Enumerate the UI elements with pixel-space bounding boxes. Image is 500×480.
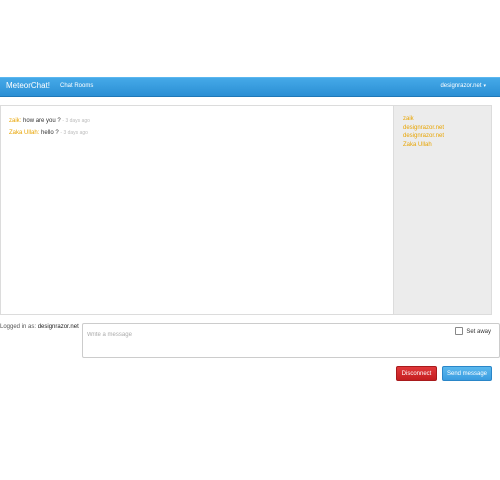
login-status-prefix: Logged in as: [0, 324, 37, 330]
online-users-list: zaik designrazor.net designrazor.net Zak… [393, 106, 491, 314]
user-menu-dropdown[interactable]: designrazor.net ▾ [440, 83, 486, 89]
set-away-label: Set away [466, 329, 491, 335]
online-user-item: zaik [403, 116, 414, 122]
nav-link-chat-rooms[interactable]: Chat Rooms [60, 83, 93, 89]
chat-panel: zaik: how are you ? - 3 days ago Zaka Ul… [0, 105, 492, 315]
set-away-checkbox[interactable] [455, 327, 464, 335]
disconnect-button[interactable]: Disconnect [396, 366, 437, 381]
set-away-toggle[interactable]: Set away [455, 327, 491, 335]
online-user-item: designrazor.net [403, 124, 445, 131]
message-timestamp: - 3 days ago [60, 130, 88, 136]
message-author: Zaka Ullah: [9, 130, 40, 136]
message-text: how are you ? [23, 118, 61, 124]
login-status-username: designrazor.net [37, 324, 79, 330]
message-item: Zaka Ullah: hello ? - 3 days ago [9, 127, 385, 139]
message-author: zaik: [9, 118, 22, 124]
brand-logo[interactable]: MeteorChat! [6, 81, 50, 90]
top-navbar: MeteorChat! Chat Rooms designrazor.net ▾ [0, 77, 500, 97]
online-user-item: designrazor.net [403, 133, 445, 139]
user-menu-label: designrazor.net [440, 83, 482, 89]
compose-box: Set away [82, 323, 500, 358]
send-message-button[interactable]: Send message [442, 366, 492, 381]
message-item: zaik: how are you ? - 3 days ago [9, 115, 385, 127]
online-user-item: Zaka Ullah [403, 141, 432, 148]
login-status: Logged in as: designrazor.net [0, 324, 79, 330]
message-input[interactable] [87, 329, 427, 341]
message-list: zaik: how are you ? - 3 days ago Zaka Ul… [1, 106, 393, 314]
caret-down-icon: ▾ [483, 83, 486, 89]
message-timestamp: - 3 days ago [62, 118, 90, 124]
message-text: hello ? [41, 130, 59, 136]
